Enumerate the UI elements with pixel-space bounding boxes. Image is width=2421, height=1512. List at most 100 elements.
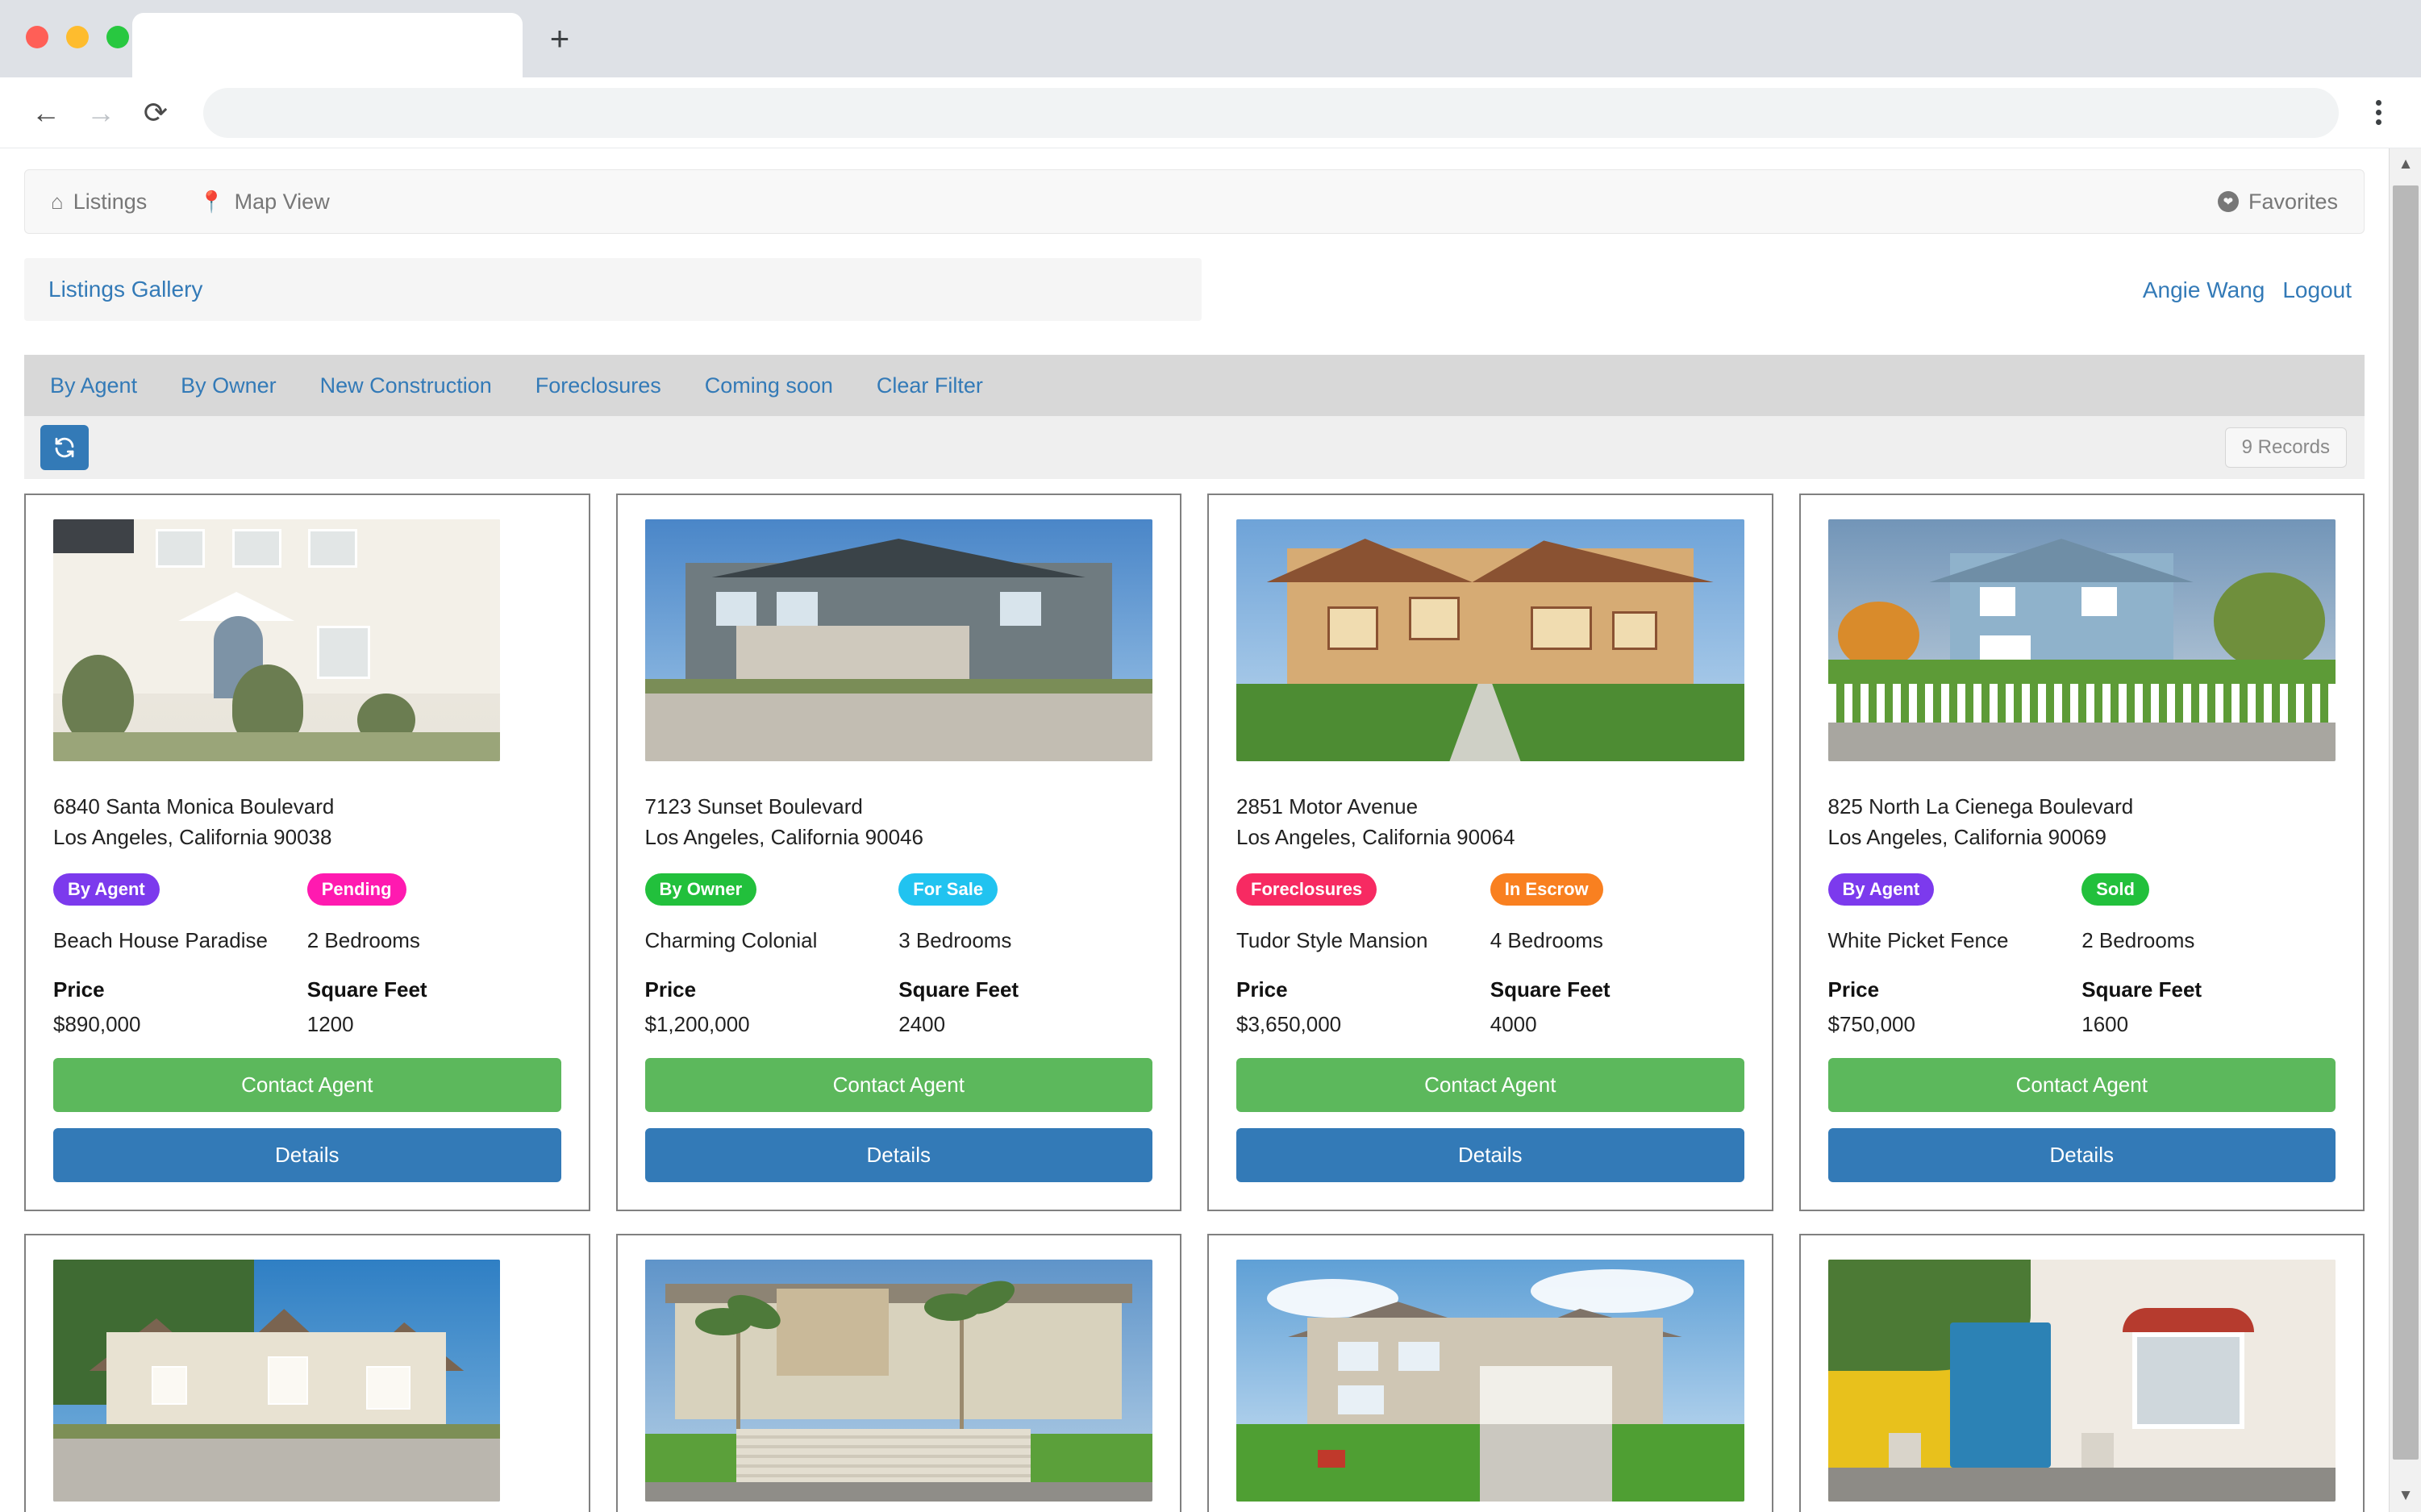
listing-bedrooms: 2 Bedrooms: [2081, 928, 2195, 953]
home-icon: ⌂: [51, 189, 64, 214]
listing-card[interactable]: 245 South Beverly Drive: [24, 1234, 590, 1512]
status-badge: For Sale: [898, 873, 998, 906]
listing-photo: [644, 519, 1152, 761]
listing-card[interactable]: 6840 Santa Monica Boulevard Los Angeles,…: [24, 494, 590, 1212]
listing-address-line1: 825 North La Cienega Boulevard: [1827, 794, 2134, 818]
sqft-header: Square Feet: [306, 977, 427, 1002]
source-badge: Foreclosures: [1236, 873, 1377, 906]
browser-menu-icon[interactable]: [2356, 88, 2400, 138]
listing-price: $1,200,000: [644, 1012, 750, 1037]
filter-coming-soon[interactable]: Coming soon: [705, 373, 833, 398]
listing-badges: By Owner For Sale: [644, 873, 1153, 906]
records-count-badge: 9 Records: [2224, 427, 2347, 468]
listing-title: Charming Colonial: [644, 928, 818, 953]
page-header: Listings Gallery Angie Wang Logout: [24, 258, 2365, 321]
listing-sqft: 1200: [306, 1012, 354, 1037]
close-window-button[interactable]: [26, 26, 48, 48]
user-name-link[interactable]: Angie Wang: [2143, 277, 2265, 303]
details-button[interactable]: Details: [1827, 1128, 2336, 1183]
listing-address-line1: 2851 Motor Avenue: [1236, 794, 1419, 818]
listing-photo: [53, 1260, 500, 1502]
listing-address-line1: 6840 Santa Monica Boulevard: [53, 794, 335, 818]
status-badge: Sold: [2081, 873, 2149, 906]
listing-title: Tudor Style Mansion: [1236, 928, 1428, 953]
listing-sqft: 4000: [1490, 1012, 1537, 1037]
status-badge: In Escrow: [1490, 873, 1603, 906]
maximize-window-button[interactable]: [106, 26, 129, 48]
listing-address-line2: Los Angeles, California 90069: [1827, 824, 2106, 849]
details-button[interactable]: Details: [644, 1128, 1152, 1183]
price-header: Price: [53, 977, 105, 1002]
contact-agent-button[interactable]: Contact Agent: [1827, 1058, 2336, 1113]
reload-icon[interactable]: ⟳: [131, 88, 181, 138]
map-pin-icon: 📍: [198, 189, 225, 214]
listing-card[interactable]: 7123 Sunset Boulevard Los Angeles, Calif…: [615, 494, 1181, 1212]
status-badge: Pending: [306, 873, 406, 906]
page-title: Listings Gallery: [24, 258, 1202, 321]
sqft-header: Square Feet: [1490, 977, 1611, 1002]
page-title-text: Listings Gallery: [48, 277, 203, 302]
listing-card[interactable]: 825 North La Cienega Boulevard Los Angel…: [1798, 494, 2365, 1212]
refresh-button[interactable]: [40, 425, 89, 470]
listing-sqft: 1600: [2081, 1012, 2129, 1037]
filter-by-owner[interactable]: By Owner: [181, 373, 277, 398]
listing-card[interactable]: 7826 Crenshaw Boulevard: [1207, 1234, 1773, 1512]
listing-photo: [1236, 519, 1744, 761]
listing-title: White Picket Fence: [1827, 928, 2009, 953]
heart-circle-icon: ❤: [2217, 191, 2239, 212]
price-header: Price: [1827, 977, 1880, 1002]
nav-item-favorites[interactable]: ❤ Favorites: [2210, 183, 2346, 221]
filter-clear[interactable]: Clear Filter: [877, 373, 983, 398]
user-links: Angie Wang Logout: [2143, 258, 2365, 303]
listing-photo: [53, 519, 500, 761]
details-button[interactable]: Details: [53, 1128, 561, 1183]
filter-foreclosures[interactable]: Foreclosures: [535, 373, 661, 398]
details-button[interactable]: Details: [1236, 1128, 1744, 1183]
logout-link[interactable]: Logout: [2282, 277, 2352, 303]
nav-item-favorites-label: Favorites: [2248, 189, 2338, 214]
filter-by-agent[interactable]: By Agent: [50, 373, 137, 398]
listing-photo: [644, 1260, 1152, 1502]
listing-address: 825 North La Cienega Boulevard Los Angel…: [1828, 792, 2336, 852]
minimize-window-button[interactable]: [66, 26, 89, 48]
page-scrollbar[interactable]: ▲ ▼: [2389, 148, 2421, 1512]
browser-window: + ← → ⟳ ⌂ Listings 📍 Map View ❤ Favorite…: [0, 0, 2421, 1512]
contact-agent-button[interactable]: Contact Agent: [53, 1058, 561, 1113]
scrollbar-thumb[interactable]: [2393, 185, 2419, 1460]
listing-address-line1: 7123 Sunset Boulevard: [644, 794, 863, 818]
listing-badges: By Agent Sold: [1827, 873, 2336, 906]
listing-address: 6840 Santa Monica Boulevard Los Angeles,…: [53, 792, 561, 852]
contact-agent-button[interactable]: Contact Agent: [644, 1058, 1152, 1113]
listing-title: Beach House Paradise: [53, 928, 268, 953]
listing-card[interactable]: 9854 West Olympic Boulevard: [615, 1234, 1181, 1512]
scroll-down-icon[interactable]: ▼: [2390, 1480, 2421, 1512]
nav-item-map-view[interactable]: 📍 Map View: [190, 183, 337, 221]
listing-photo: [1827, 1260, 2336, 1502]
filter-new-construction[interactable]: New Construction: [320, 373, 492, 398]
source-badge: By Agent: [53, 873, 160, 906]
sqft-header: Square Feet: [898, 977, 1019, 1002]
forward-icon[interactable]: →: [76, 88, 126, 138]
listing-address: 7123 Sunset Boulevard Los Angeles, Calif…: [645, 792, 1153, 852]
browser-tabstrip: +: [0, 0, 2421, 77]
price-header: Price: [644, 977, 697, 1002]
browser-tab[interactable]: [132, 13, 523, 77]
listings-grid: 6840 Santa Monica Boulevard Los Angeles,…: [24, 494, 2365, 1512]
new-tab-button[interactable]: +: [542, 22, 577, 58]
nav-item-listings[interactable]: ⌂ Listings: [43, 183, 155, 221]
nav-links: ⌂ Listings 📍 Map View: [43, 183, 338, 221]
page-content: ⌂ Listings 📍 Map View ❤ Favorites Listin…: [0, 148, 2389, 1512]
page-viewport: ⌂ Listings 📍 Map View ❤ Favorites Listin…: [0, 148, 2421, 1512]
app-navbar: ⌂ Listings 📍 Map View ❤ Favorites: [24, 169, 2365, 234]
nav-item-listings-label: Listings: [73, 189, 148, 214]
scroll-up-icon[interactable]: ▲: [2390, 148, 2421, 181]
contact-agent-button[interactable]: Contact Agent: [1236, 1058, 1744, 1113]
listing-bedrooms: 3 Bedrooms: [898, 928, 1012, 953]
listing-card[interactable]: 2851 Motor Avenue Los Angeles, Californi…: [1207, 494, 1773, 1212]
listing-bedrooms: 4 Bedrooms: [1490, 928, 1603, 953]
address-bar[interactable]: [203, 87, 2339, 138]
listing-badges: Foreclosures In Escrow: [1236, 873, 1744, 906]
back-icon[interactable]: ←: [21, 88, 71, 138]
listing-card[interactable]: 6724 Beverly Boulevard: [1798, 1234, 2365, 1512]
listing-photo: [1236, 1260, 1744, 1502]
